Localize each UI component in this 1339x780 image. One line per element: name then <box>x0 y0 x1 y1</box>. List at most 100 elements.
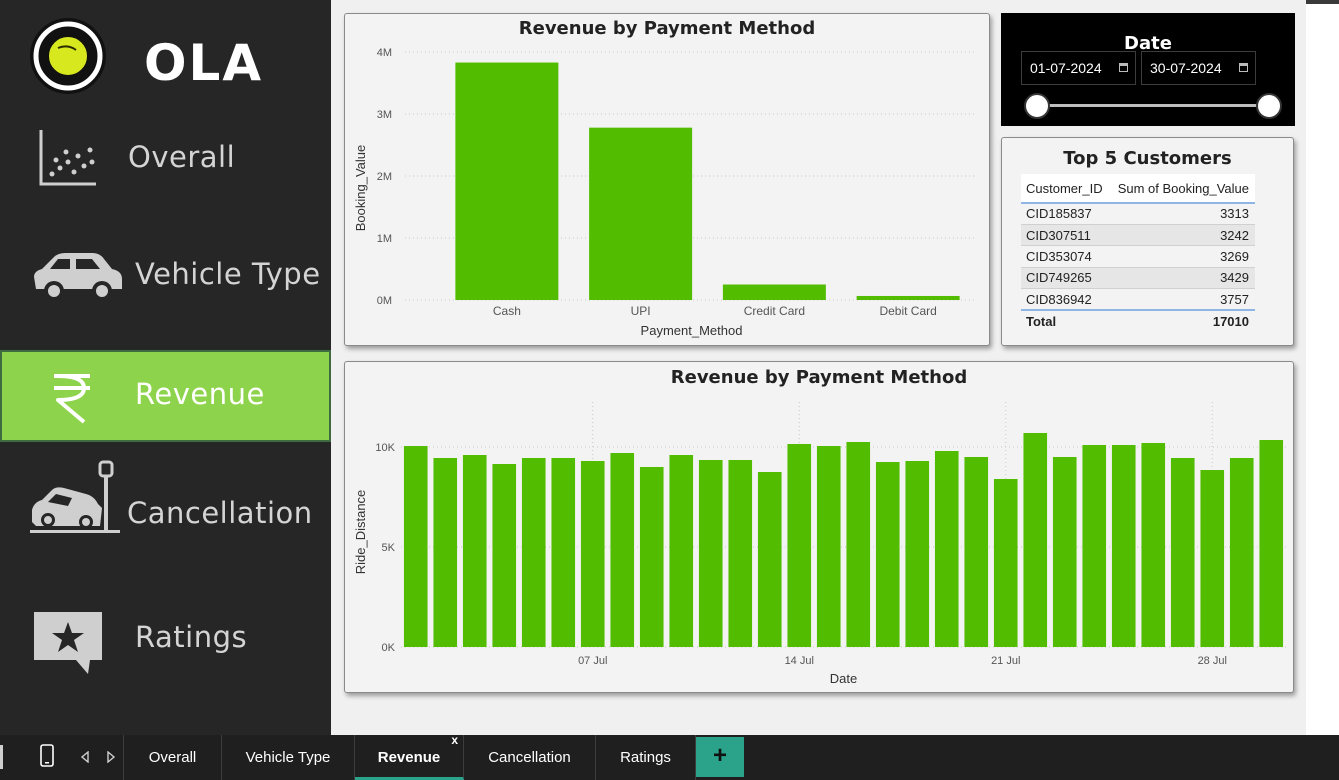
total-row: Total 17010 <box>1021 308 1255 332</box>
tab-vehicle-type[interactable]: Vehicle Type <box>222 735 355 780</box>
x-tick-label: Credit Card <box>744 304 805 318</box>
end-date-value: 30-07-2024 <box>1150 60 1222 76</box>
bar <box>934 451 959 647</box>
sidebar-item-overall[interactable]: Overall <box>0 112 331 204</box>
tab-label: Revenue <box>377 749 441 766</box>
bar <box>846 442 871 647</box>
date-range-end-handle[interactable] <box>1256 93 1282 119</box>
sidebar-item-label: Cancellation <box>127 496 313 530</box>
x-axis-title: Payment_Method <box>641 323 743 338</box>
bar <box>787 444 812 647</box>
booking-sum: 3429 <box>1106 267 1255 290</box>
y-tick-label: 10K <box>375 442 395 454</box>
tab-ratings[interactable]: Ratings <box>596 735 696 780</box>
next-page-icon[interactable] <box>106 751 116 763</box>
sidebar-item-cancellation[interactable]: Cancellation <box>0 460 331 558</box>
date-range-track[interactable] <box>1037 104 1269 107</box>
add-page-button[interactable]: + <box>696 737 744 777</box>
y-tick-label: 4M <box>377 47 392 59</box>
ola-logo: OLA <box>28 16 268 96</box>
scatter-icon <box>39 130 96 186</box>
bar <box>698 460 723 647</box>
customer-id: CID353074 <box>1021 245 1107 268</box>
bar <box>1229 458 1254 647</box>
car-icon <box>34 253 122 301</box>
bar <box>521 458 546 647</box>
tab-cancellation[interactable]: Cancellation <box>464 735 596 780</box>
mobile-layout-icon[interactable] <box>39 744 55 768</box>
bar <box>462 455 487 647</box>
bar <box>492 464 517 647</box>
booking-sum: 3242 <box>1106 224 1255 247</box>
end-date-input[interactable]: 30-07-2024 <box>1141 51 1256 85</box>
y-tick-label: 0M <box>377 295 392 307</box>
bar <box>722 284 826 300</box>
y-tick-label: 0K <box>382 642 396 654</box>
x-tick-label: Debit Card <box>879 304 936 318</box>
star-chat-icon <box>34 612 102 674</box>
x-axis-title: Date <box>830 671 857 686</box>
calendar-icon[interactable] <box>1119 63 1128 72</box>
y-tick-label: 3M <box>377 109 392 121</box>
bar <box>728 460 753 647</box>
revenue-by-payment-card[interactable]: Revenue by Payment Method 0M 1M 2M 3M 4M Cash… <box>344 13 990 346</box>
bar <box>757 472 782 647</box>
calendar-icon[interactable] <box>1239 63 1248 72</box>
bar <box>551 458 576 647</box>
bar <box>964 457 989 647</box>
bar <box>1082 445 1107 647</box>
x-tick-label: Cash <box>493 304 521 318</box>
x-tick-label: 28 Jul <box>1198 655 1227 667</box>
ola-logo-icon <box>30 18 106 94</box>
payment-bar-chart: 0M 1M 2M 3M 4M Cash UPI Credit Card Debit Card Pa… <box>353 47 975 338</box>
sidebar-item-ratings[interactable]: Ratings <box>0 590 331 682</box>
start-date-value: 01-07-2024 <box>1030 60 1102 76</box>
edge-icon <box>0 745 3 769</box>
bar <box>856 295 960 300</box>
customer-id: CID836942 <box>1026 291 1092 307</box>
bar <box>1111 445 1136 647</box>
ola-logo-text: OLA <box>144 34 264 92</box>
sidebar-item-label: Vehicle Type <box>135 257 321 291</box>
bar <box>875 462 900 647</box>
tab-revenue[interactable]: Revenue x <box>355 733 464 780</box>
bar <box>639 467 664 647</box>
sidebar-item-revenue[interactable]: Revenue <box>0 350 331 442</box>
close-tab-icon[interactable]: x <box>451 730 458 750</box>
bar <box>610 453 635 647</box>
table-row: CID836942 3757 <box>1021 289 1255 310</box>
ride-distance-by-date-card[interactable]: Revenue by Payment Method 0K 5K 10K 07 Jul 1… <box>344 361 1294 693</box>
crash-icon <box>30 460 120 533</box>
bar <box>580 461 605 647</box>
bar <box>433 458 458 647</box>
canvas-margin <box>1306 4 1339 735</box>
table-row: CID749265 3429 <box>1021 267 1255 290</box>
top-customers-title: Top 5 Customers <box>1063 148 1232 169</box>
bar <box>1052 457 1077 647</box>
top-customers-table: Customer_ID Sum of Booking_Value CID1858… <box>1021 174 1255 332</box>
bar <box>816 446 841 647</box>
customer-id: CID749265 <box>1021 267 1107 290</box>
bar <box>1200 470 1225 647</box>
bar <box>993 479 1018 647</box>
column-header[interactable]: Sum of Booking_Value <box>1106 174 1255 204</box>
bar <box>403 446 428 647</box>
x-tick-label: 21 Jul <box>991 655 1020 667</box>
y-tick-label: 1M <box>377 233 392 245</box>
x-tick-label: UPI <box>631 304 651 318</box>
column-header[interactable]: Customer_ID <box>1021 174 1107 204</box>
tab-overall[interactable]: Overall <box>124 735 222 780</box>
bar <box>1141 443 1166 647</box>
sidebar-item-label: Overall <box>128 140 236 174</box>
bar <box>1023 433 1048 647</box>
total-label: Total <box>1021 308 1107 332</box>
sidebar-item-vehicle-type[interactable]: Vehicle Type <box>0 229 331 321</box>
table-row: CID185837 3313 <box>1021 203 1255 225</box>
y-axis-title: Booking_Value <box>353 145 368 232</box>
prev-page-icon[interactable] <box>80 751 90 763</box>
bar <box>455 62 559 300</box>
bar <box>905 461 930 647</box>
date-range-start-handle[interactable] <box>1024 93 1050 119</box>
start-date-input[interactable]: 01-07-2024 <box>1021 51 1136 85</box>
x-tick-label: 07 Jul <box>578 655 607 667</box>
